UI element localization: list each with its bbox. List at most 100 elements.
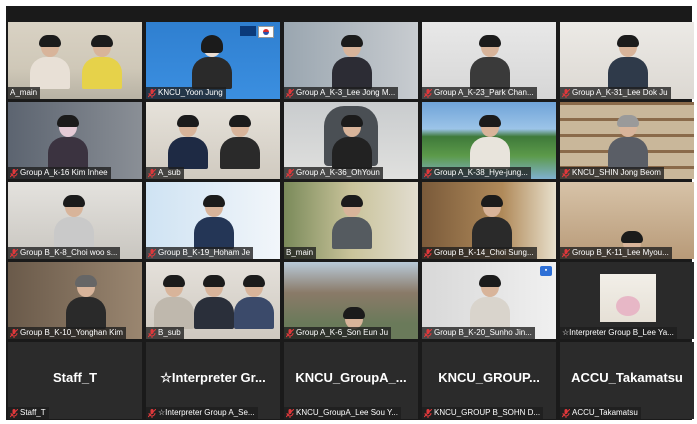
participant-tile-b-k11[interactable]: Group B_K-11_Lee Myou... — [560, 182, 694, 259]
participant-tile-a-k38[interactable]: Group A_K-38_Hye-jung... — [422, 102, 556, 179]
participant-nameplate: Group A_k-16 Kim Inhee — [8, 167, 111, 179]
participant-figure — [30, 35, 70, 89]
participant-tile-a-k36[interactable]: Group A_K-36_OhYoun — [284, 102, 418, 179]
mic-muted-icon — [148, 408, 156, 418]
participant-display-name: Staff_T — [52, 370, 98, 385]
mic-muted-icon — [424, 248, 432, 258]
mic-muted-icon — [562, 88, 570, 98]
participant-figure — [66, 275, 106, 329]
participant-nameplate: Group A_K-23_Park Chan... — [422, 87, 537, 99]
participant-tile-b-main[interactable]: B_main — [284, 182, 418, 259]
mic-muted-icon — [562, 168, 570, 178]
participant-name: Group A_K-31_Lee Dok Ju — [572, 88, 668, 97]
mic-muted-icon — [148, 248, 156, 258]
participant-nameplate: B_main — [284, 247, 317, 259]
participant-name: KNCU_GroupA_Lee Sou Y... — [296, 408, 398, 417]
participant-name: A_sub — [158, 168, 181, 177]
participant-tile-a-k6[interactable]: Group A_K-6_Son Eun Ju — [284, 262, 418, 339]
participant-name: Group B_K-8_Choi woo s... — [20, 248, 118, 257]
participant-nameplate: Group B_K-8_Choi woo s... — [8, 247, 121, 259]
participant-figure — [154, 275, 194, 329]
participant-name: Group A_K-36_OhYoun — [296, 168, 380, 177]
participant-tile-b-k10[interactable]: Group B_K-10_Yonghan Kim — [8, 262, 142, 339]
participant-name: ACCU_Takamatsu — [572, 408, 638, 417]
participant-display-name: KNCU_GROUP... — [438, 370, 540, 385]
participant-figure — [168, 115, 208, 169]
mic-muted-icon — [286, 328, 294, 338]
flower-icon — [616, 296, 640, 316]
participant-nameplate: ☆Interpreter Group A_Se... — [146, 407, 258, 419]
participant-name: KNCU_GROUP B_SOHN D... — [434, 408, 541, 417]
mic-muted-icon — [286, 168, 294, 178]
mic-muted-icon — [148, 328, 156, 338]
mic-muted-icon — [286, 408, 294, 418]
korea-flag-icon — [258, 26, 274, 38]
participant-tile-kncu-groupb[interactable]: KNCU_GROUP... KNCU_GROUP B_SOHN D... — [422, 342, 556, 419]
participant-name: KNCU_Yoon Jung — [158, 88, 223, 97]
participant-figure — [470, 35, 510, 89]
participant-figure — [234, 275, 274, 329]
mic-muted-icon — [10, 168, 18, 178]
mic-muted-icon — [424, 408, 432, 418]
participant-name: Group B_K-11_Lee Myou... — [572, 248, 669, 257]
video-grid: A_main KNCU_Yoon Jung Group A_K-3_Lee Jo… — [6, 6, 694, 420]
participant-figure — [48, 115, 88, 169]
unesco-logo-icon — [240, 26, 256, 36]
participant-tile-b-k20[interactable]: ▪ Group B_K-20_Sunho Jin... — [422, 262, 556, 339]
participant-nameplate: Group A_K-36_OhYoun — [284, 167, 383, 179]
participant-nameplate: Group B_K-19_Hoham Je — [146, 247, 254, 259]
participant-name: Group A_K-23_Park Chan... — [434, 88, 534, 97]
participant-nameplate: Group B_K-10_Yonghan Kim — [8, 327, 126, 339]
mic-muted-icon — [286, 88, 294, 98]
participant-tile-interpreter-b[interactable]: ☆Interpreter Group B_Lee Ya... — [560, 262, 694, 339]
participant-name: Group A_k-16 Kim Inhee — [20, 168, 108, 177]
participant-tile-a-main[interactable]: A_main — [8, 22, 142, 99]
participant-figure — [332, 35, 372, 89]
participant-tile-a-sub[interactable]: A_sub — [146, 102, 280, 179]
participant-tile-a-k16[interactable]: Group A_k-16 Kim Inhee — [8, 102, 142, 179]
participant-figure — [192, 35, 232, 89]
participant-tile-a-k3[interactable]: Group A_K-3_Lee Jong M... — [284, 22, 418, 99]
participant-tile-kncu-shin[interactable]: KNCU_SHIN Jong Beom — [560, 102, 694, 179]
participant-tile-a-k31[interactable]: Group A_K-31_Lee Dok Ju — [560, 22, 694, 99]
participant-tile-staff-t[interactable]: Staff_T Staff_T — [8, 342, 142, 419]
participant-name: KNCU_SHIN Jong Beom — [572, 168, 661, 177]
participant-tile-b-k8[interactable]: Group B_K-8_Choi woo s... — [8, 182, 142, 259]
participant-nameplate: Group A_K-3_Lee Jong M... — [284, 87, 399, 99]
participant-tile-b-k14[interactable]: Group B_K-14_Choi Sung... — [422, 182, 556, 259]
mic-muted-icon — [424, 168, 432, 178]
participant-figure — [470, 275, 510, 329]
participant-nameplate: Staff_T — [8, 407, 49, 419]
participant-figure — [608, 115, 648, 169]
mic-muted-icon — [424, 328, 432, 338]
participant-name: Group B_K-14_Choi Sung... — [434, 248, 534, 257]
participant-tile-accu-takamatsu[interactable]: ACCU_Takamatsu ACCU_Takamatsu — [560, 342, 694, 419]
participant-tile-b-sub[interactable]: B_sub — [146, 262, 280, 339]
mic-muted-icon — [10, 408, 18, 418]
participant-tile-kncu-yoon-jung[interactable]: KNCU_Yoon Jung — [146, 22, 280, 99]
participant-nameplate: A_sub — [146, 167, 184, 179]
participant-name: ☆Interpreter Group A_Se... — [158, 408, 255, 417]
participant-nameplate: KNCU_GROUP B_SOHN D... — [422, 407, 544, 419]
participant-nameplate: Group A_K-38_Hye-jung... — [422, 167, 531, 179]
participant-figure — [470, 115, 510, 169]
participant-tile-a-k23[interactable]: Group A_K-23_Park Chan... — [422, 22, 556, 99]
participant-nameplate: KNCU_SHIN Jong Beom — [560, 167, 664, 179]
participant-tile-interpreter-a[interactable]: ☆Interpreter Gr... ☆Interpreter Group A_… — [146, 342, 280, 419]
participant-figure — [332, 115, 372, 169]
mic-muted-icon — [10, 248, 18, 258]
participant-nameplate: Group A_K-31_Lee Dok Ju — [560, 87, 671, 99]
participant-figure — [472, 195, 512, 249]
participant-tile-kncu-groupa[interactable]: KNCU_GroupA_... KNCU_GroupA_Lee Sou Y... — [284, 342, 418, 419]
participant-tile-b-k19[interactable]: Group B_K-19_Hoham Je — [146, 182, 280, 259]
participant-figure — [82, 35, 122, 89]
participant-figure — [194, 195, 234, 249]
participant-name: B_main — [286, 248, 314, 257]
participant-nameplate: ACCU_Takamatsu — [560, 407, 641, 419]
participant-figure — [54, 195, 94, 249]
participant-name: Group B_K-10_Yonghan Kim — [20, 328, 123, 337]
mic-muted-icon — [562, 408, 570, 418]
participant-nameplate: KNCU_Yoon Jung — [146, 87, 226, 99]
participant-figure — [194, 275, 234, 329]
mic-muted-icon — [10, 328, 18, 338]
